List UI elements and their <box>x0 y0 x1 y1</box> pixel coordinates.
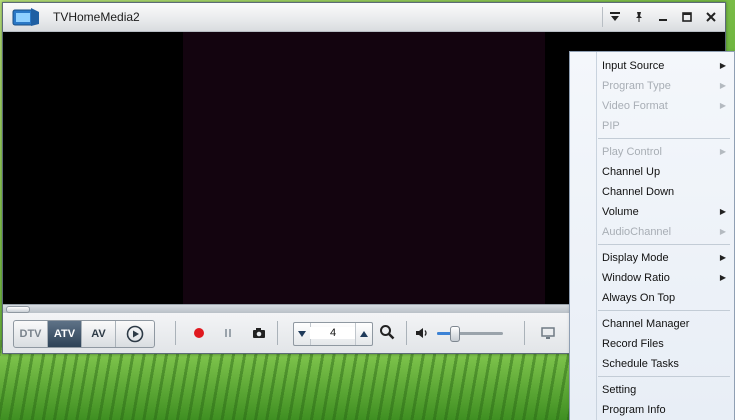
menu-item-label: Setting <box>602 384 637 396</box>
separator <box>524 321 525 345</box>
menu-dropdown-button[interactable] <box>603 7 627 27</box>
camera-icon <box>253 328 265 338</box>
submenu-arrow-icon: ▶ <box>719 227 726 236</box>
mute-button[interactable] <box>414 325 430 341</box>
pin-button[interactable] <box>627 7 651 27</box>
volume-slider[interactable] <box>437 332 503 335</box>
snapshot-button[interactable] <box>251 325 267 341</box>
menu-item-label: Channel Manager <box>602 318 690 330</box>
channel-selector: 4 <box>293 322 373 346</box>
title-bar-buttons <box>602 7 723 27</box>
mode-atv-button[interactable]: ATV <box>48 321 82 347</box>
submenu-arrow-icon: ▶ <box>719 273 726 282</box>
menu-item-label: Always On Top <box>602 292 676 304</box>
submenu-arrow-icon: ▶ <box>719 81 726 90</box>
menu-item-program-info[interactable]: Program Info <box>570 400 734 420</box>
context-menu: Input Source ▶ Program Type ▶ Video Format ▶ P… <box>569 51 735 420</box>
separator <box>175 321 176 345</box>
submenu-arrow-icon: ▶ <box>719 207 726 216</box>
record-button[interactable] <box>191 325 207 341</box>
minimize-icon <box>659 19 667 21</box>
app-logo-icon <box>12 8 39 26</box>
menu-item-program-type: Program Type ▶ <box>570 76 734 96</box>
channel-up-button[interactable] <box>355 323 372 345</box>
menu-item-record-files[interactable]: Record Files <box>570 334 734 354</box>
mode-dtv-button[interactable]: DTV <box>14 321 48 347</box>
monitor-icon <box>541 327 555 339</box>
channel-search-button[interactable] <box>379 324 395 340</box>
mode-selector: DTV ATV AV <box>13 320 155 348</box>
triangle-down-icon <box>298 331 306 337</box>
play-button[interactable] <box>116 321 154 347</box>
menu-item-audiochannel: AudioChannel ▶ <box>570 222 734 242</box>
menu-item-volume[interactable]: Volume ▶ <box>570 202 734 222</box>
volume-thumb[interactable] <box>449 326 460 342</box>
menu-item-play-control: Play Control ▶ <box>570 142 734 162</box>
menu-item-label: Schedule Tasks <box>602 358 679 370</box>
triangle-up-icon <box>360 331 368 337</box>
menu-item-input-source[interactable]: Input Source ▶ <box>570 56 734 76</box>
menu-item-label: Input Source <box>602 60 665 72</box>
menu-item-channel-manager[interactable]: Channel Manager <box>570 314 734 334</box>
video-frame <box>183 32 545 304</box>
display-button[interactable] <box>540 325 556 341</box>
close-icon <box>706 12 716 22</box>
close-button[interactable] <box>699 7 723 27</box>
channel-number[interactable]: 4 <box>310 327 356 339</box>
menu-separator <box>598 244 730 245</box>
menu-item-label: Program Info <box>602 404 666 416</box>
menu-item-always-on-top[interactable]: Always On Top <box>570 288 734 308</box>
record-icon <box>194 328 204 338</box>
menu-item-window-ratio[interactable]: Window Ratio ▶ <box>570 268 734 288</box>
play-circle-icon <box>126 325 144 343</box>
channel-down-button[interactable] <box>294 323 311 345</box>
maximize-icon <box>682 12 692 22</box>
separator <box>277 321 278 345</box>
menu-item-channel-up[interactable]: Channel Up <box>570 162 734 182</box>
menu-item-label: Window Ratio <box>602 272 670 284</box>
submenu-arrow-icon: ▶ <box>719 253 726 262</box>
menu-item-channel-down[interactable]: Channel Down <box>570 182 734 202</box>
window-title: TVHomeMedia2 <box>53 10 140 24</box>
minimize-button[interactable] <box>651 7 675 27</box>
menu-item-label: Program Type <box>602 80 671 92</box>
menu-separator <box>598 310 730 311</box>
mode-av-button[interactable]: AV <box>82 321 116 347</box>
menu-item-label: Video Format <box>602 100 668 112</box>
pin-icon <box>636 12 642 22</box>
menu-item-label: Play Control <box>602 146 662 158</box>
menu-item-label: AudioChannel <box>602 226 672 238</box>
menu-item-schedule-tasks[interactable]: Schedule Tasks <box>570 354 734 374</box>
menu-item-setting[interactable]: Setting <box>570 380 734 400</box>
menu-item-label: Record Files <box>602 338 664 350</box>
separator <box>406 321 407 345</box>
menu-item-display-mode[interactable]: Display Mode ▶ <box>570 248 734 268</box>
pause-icon <box>225 329 231 337</box>
menu-separator <box>598 138 730 139</box>
title-bar[interactable]: TVHomeMedia2 <box>3 3 725 32</box>
menu-item-label: Display Mode <box>602 252 669 264</box>
menu-dropdown-icon <box>610 12 620 21</box>
menu-item-pip: PIP <box>570 116 734 136</box>
menu-item-label: Channel Up <box>602 166 661 178</box>
menu-separator <box>598 376 730 377</box>
search-icon <box>380 325 395 340</box>
speaker-icon <box>416 328 427 338</box>
menu-item-label: Volume <box>602 206 639 218</box>
menu-item-label: Channel Down <box>602 186 675 198</box>
submenu-arrow-icon: ▶ <box>719 101 726 110</box>
submenu-arrow-icon: ▶ <box>719 61 726 70</box>
menu-item-video-format: Video Format ▶ <box>570 96 734 116</box>
maximize-button[interactable] <box>675 7 699 27</box>
seek-thumb[interactable] <box>6 306 30 313</box>
menu-item-label: PIP <box>602 120 620 132</box>
submenu-arrow-icon: ▶ <box>719 147 726 156</box>
pause-button[interactable] <box>220 325 236 341</box>
